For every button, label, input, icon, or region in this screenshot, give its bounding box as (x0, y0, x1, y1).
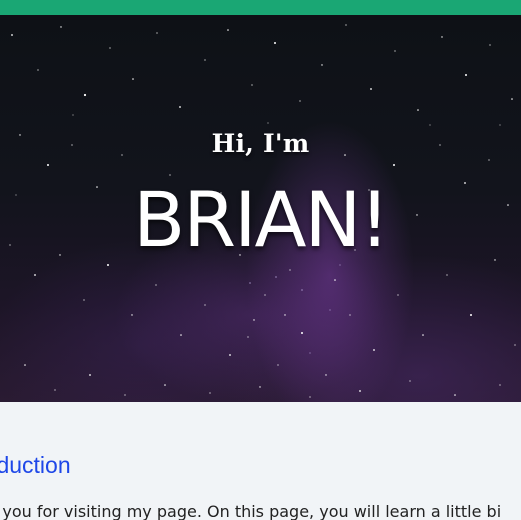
introduction-heading: roduction (0, 452, 71, 478)
top-accent-bar (0, 0, 521, 15)
introduction-section: roduction k you for visiting my page. On… (0, 402, 521, 520)
page: Hi, I'm BRIAN! roduction k you for visit… (0, 0, 521, 520)
hero-banner: Hi, I'm BRIAN! (0, 15, 521, 402)
hero-name: BRIAN! (133, 175, 390, 264)
introduction-text: k you for visiting my page. On this page… (0, 502, 502, 520)
hero-greeting: Hi, I'm (211, 129, 310, 158)
